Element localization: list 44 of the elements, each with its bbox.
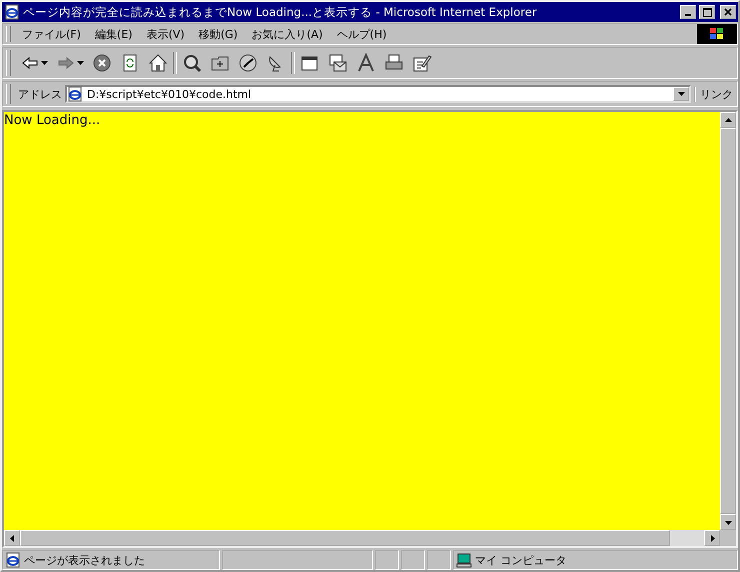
home-icon (148, 53, 168, 73)
window-title: ページ内容が完全に読み込まれるまでNow Loading...と表示する - Microsoft Internet Explorer (23, 4, 538, 20)
font-icon (356, 53, 376, 73)
close-button[interactable] (720, 5, 736, 19)
search-icon (182, 53, 202, 73)
stop-icon (92, 53, 112, 73)
status-text: ページが表示されました (24, 552, 145, 568)
scroll-down-button[interactable] (720, 514, 736, 530)
triangle-arrow-icon (724, 518, 732, 526)
triangle-arrow-icon (708, 534, 716, 542)
status-pane (375, 550, 399, 570)
address-label: アドレス (18, 86, 62, 102)
status-pane (401, 550, 425, 570)
caret-icon (77, 61, 84, 65)
mail-icon (328, 53, 348, 73)
loading-text: Now Loading... (4, 113, 100, 128)
minimize-button[interactable] (680, 5, 696, 19)
caret-icon (678, 92, 684, 96)
maximize-button[interactable] (699, 5, 715, 19)
address-field[interactable]: D:¥script¥etc¥010¥code.html (65, 85, 691, 103)
clock-icon (238, 53, 258, 73)
triangle-arrow-icon (8, 534, 16, 542)
page-icon (4, 4, 20, 20)
status-pane (427, 550, 451, 570)
scroll-right-button[interactable] (704, 530, 720, 546)
links-button[interactable]: リンク (694, 86, 737, 102)
scroll-left-button[interactable] (4, 530, 20, 546)
edit-icon (412, 53, 432, 73)
computer-icon (456, 552, 472, 568)
menu-item[interactable]: 移動(G) (192, 26, 245, 42)
triangle-arrow-icon (724, 116, 732, 124)
scroll-up-button[interactable] (720, 112, 736, 128)
maximize-icon (702, 8, 712, 16)
zone-text: マイ コンピュータ (475, 552, 566, 568)
menu-item[interactable]: ヘルプ(H) (330, 26, 394, 42)
close-icon (724, 8, 732, 16)
caret-icon (41, 61, 48, 65)
menu-item[interactable]: お気に入り(A) (244, 26, 330, 42)
dropdown-button[interactable] (673, 87, 689, 101)
menu-item[interactable]: 表示(V) (139, 26, 192, 42)
menu-item[interactable]: 編集(E) (88, 26, 140, 42)
page-icon (67, 86, 83, 102)
menu-item[interactable]: ファイル(F) (15, 26, 88, 42)
windows-logo-icon (697, 24, 737, 44)
